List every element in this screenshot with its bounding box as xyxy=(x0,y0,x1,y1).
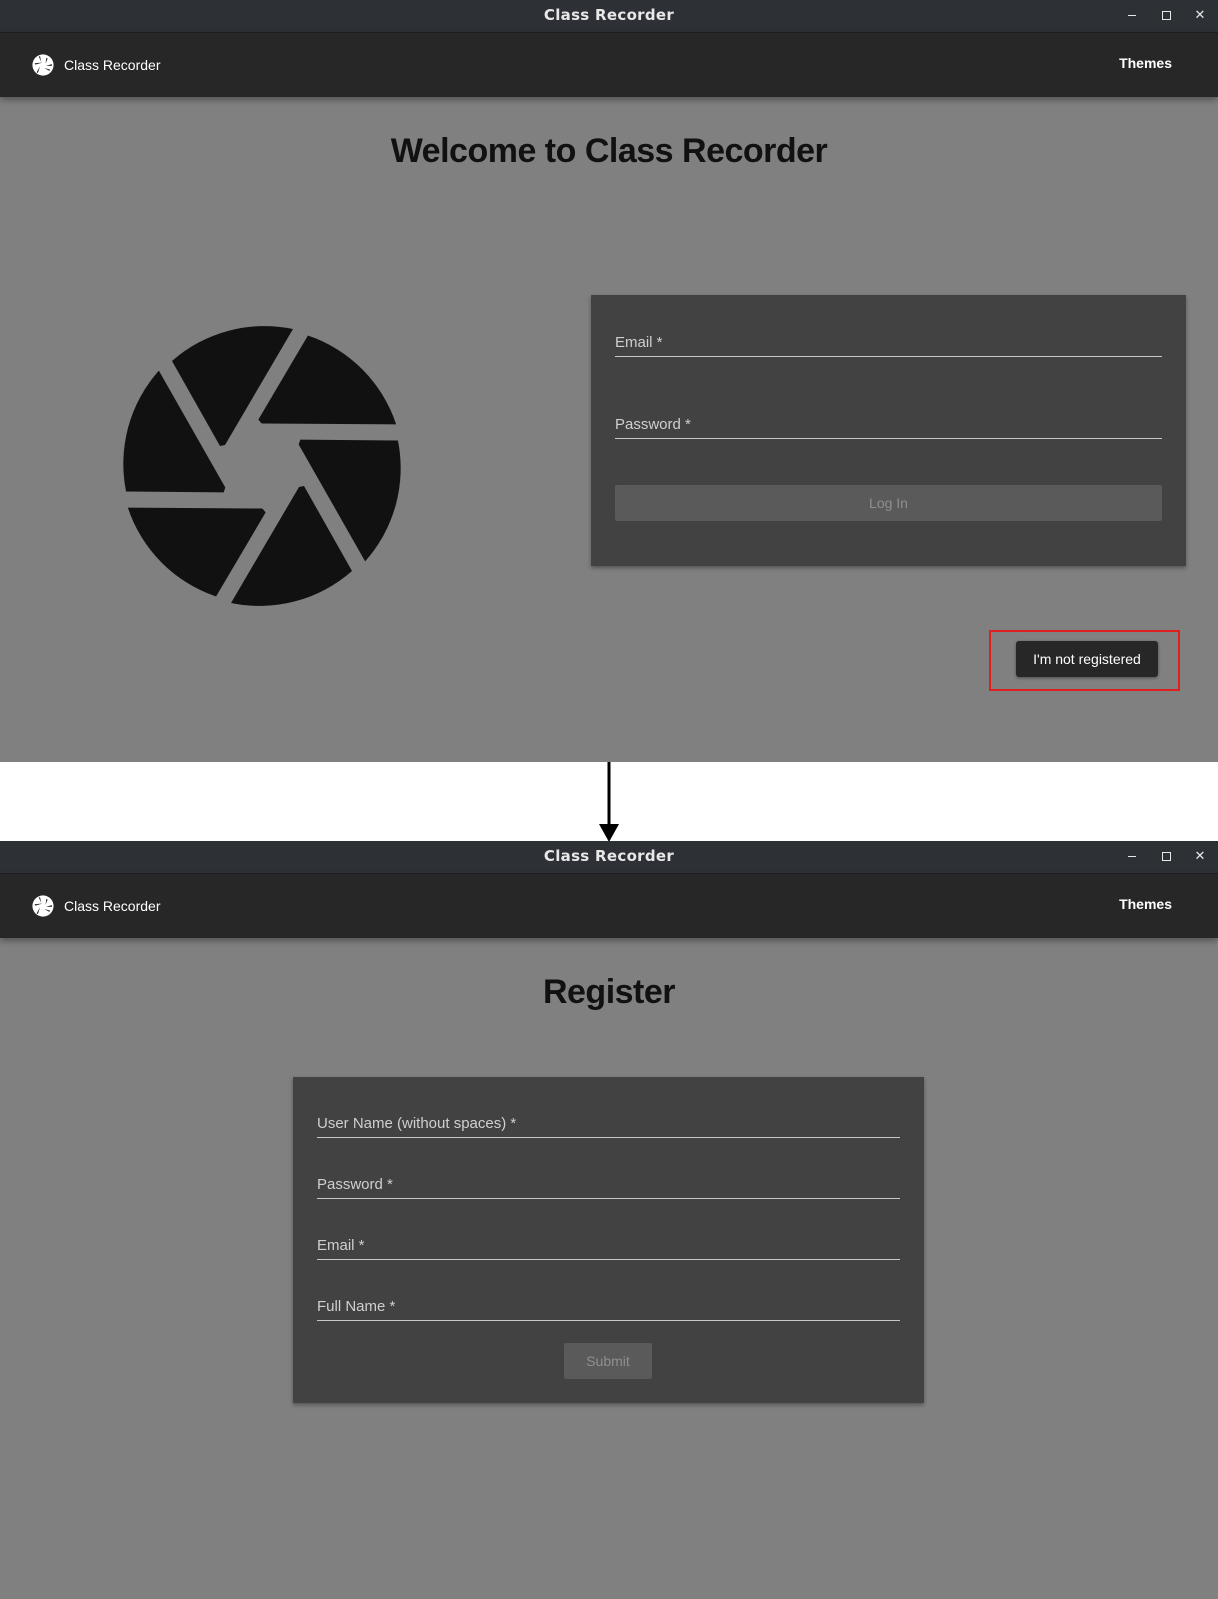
password-input[interactable] xyxy=(317,1172,900,1196)
brand-link[interactable]: Class Recorder xyxy=(32,894,160,918)
themes-button[interactable]: Themes xyxy=(1119,55,1172,71)
aperture-logo-icon xyxy=(32,54,54,76)
minimize-icon[interactable] xyxy=(1124,848,1140,864)
themes-button[interactable]: Themes xyxy=(1119,896,1172,912)
fullname-input[interactable] xyxy=(317,1294,900,1318)
password-field[interactable]: Password * xyxy=(615,410,1162,439)
app-bar: Class Recorder Themes xyxy=(0,33,1218,97)
aperture-logo-icon xyxy=(123,326,401,606)
username-input[interactable] xyxy=(317,1111,900,1135)
page-title: Register xyxy=(542,973,676,1011)
register-card: User Name (without spaces) * Password * … xyxy=(293,1077,924,1403)
password-input[interactable] xyxy=(615,412,1162,436)
page-title: Welcome to Class Recorder xyxy=(390,132,828,170)
login-window: Class Recorder ✕ Class Recorder Themes W… xyxy=(0,0,1218,762)
password-field[interactable]: Password * xyxy=(317,1170,900,1199)
email-input[interactable] xyxy=(615,330,1162,354)
email-input[interactable] xyxy=(317,1233,900,1257)
aperture-logo-icon xyxy=(32,895,54,917)
close-icon[interactable]: ✕ xyxy=(1192,7,1208,23)
email-field[interactable]: Email * xyxy=(615,328,1162,357)
fullname-field[interactable]: Full Name * xyxy=(317,1292,900,1321)
register-window: Class Recorder ✕ Class Recorder Themes R… xyxy=(0,841,1218,1599)
login-card: Email * Password * Log In xyxy=(591,295,1186,566)
minimize-icon[interactable] xyxy=(1124,7,1140,23)
brand-name: Class Recorder xyxy=(64,898,161,914)
brand-link[interactable]: Class Recorder xyxy=(32,53,160,77)
email-field[interactable]: Email * xyxy=(317,1231,900,1260)
window-title: Class Recorder xyxy=(543,6,675,24)
transition-arrow-icon xyxy=(599,762,619,842)
app-bar: Class Recorder Themes xyxy=(0,874,1218,938)
brand-name: Class Recorder xyxy=(64,57,161,73)
maximize-icon[interactable] xyxy=(1158,848,1174,864)
not-registered-button[interactable]: I'm not registered xyxy=(1016,641,1158,677)
login-button[interactable]: Log In xyxy=(615,485,1162,521)
window-titlebar: Class Recorder ✕ xyxy=(0,0,1218,33)
username-field[interactable]: User Name (without spaces) * xyxy=(317,1109,900,1138)
submit-button[interactable]: Submit xyxy=(564,1343,652,1379)
window-titlebar: Class Recorder ✕ xyxy=(0,841,1218,874)
maximize-icon[interactable] xyxy=(1158,7,1174,23)
close-icon[interactable]: ✕ xyxy=(1192,848,1208,864)
window-title: Class Recorder xyxy=(543,847,675,865)
